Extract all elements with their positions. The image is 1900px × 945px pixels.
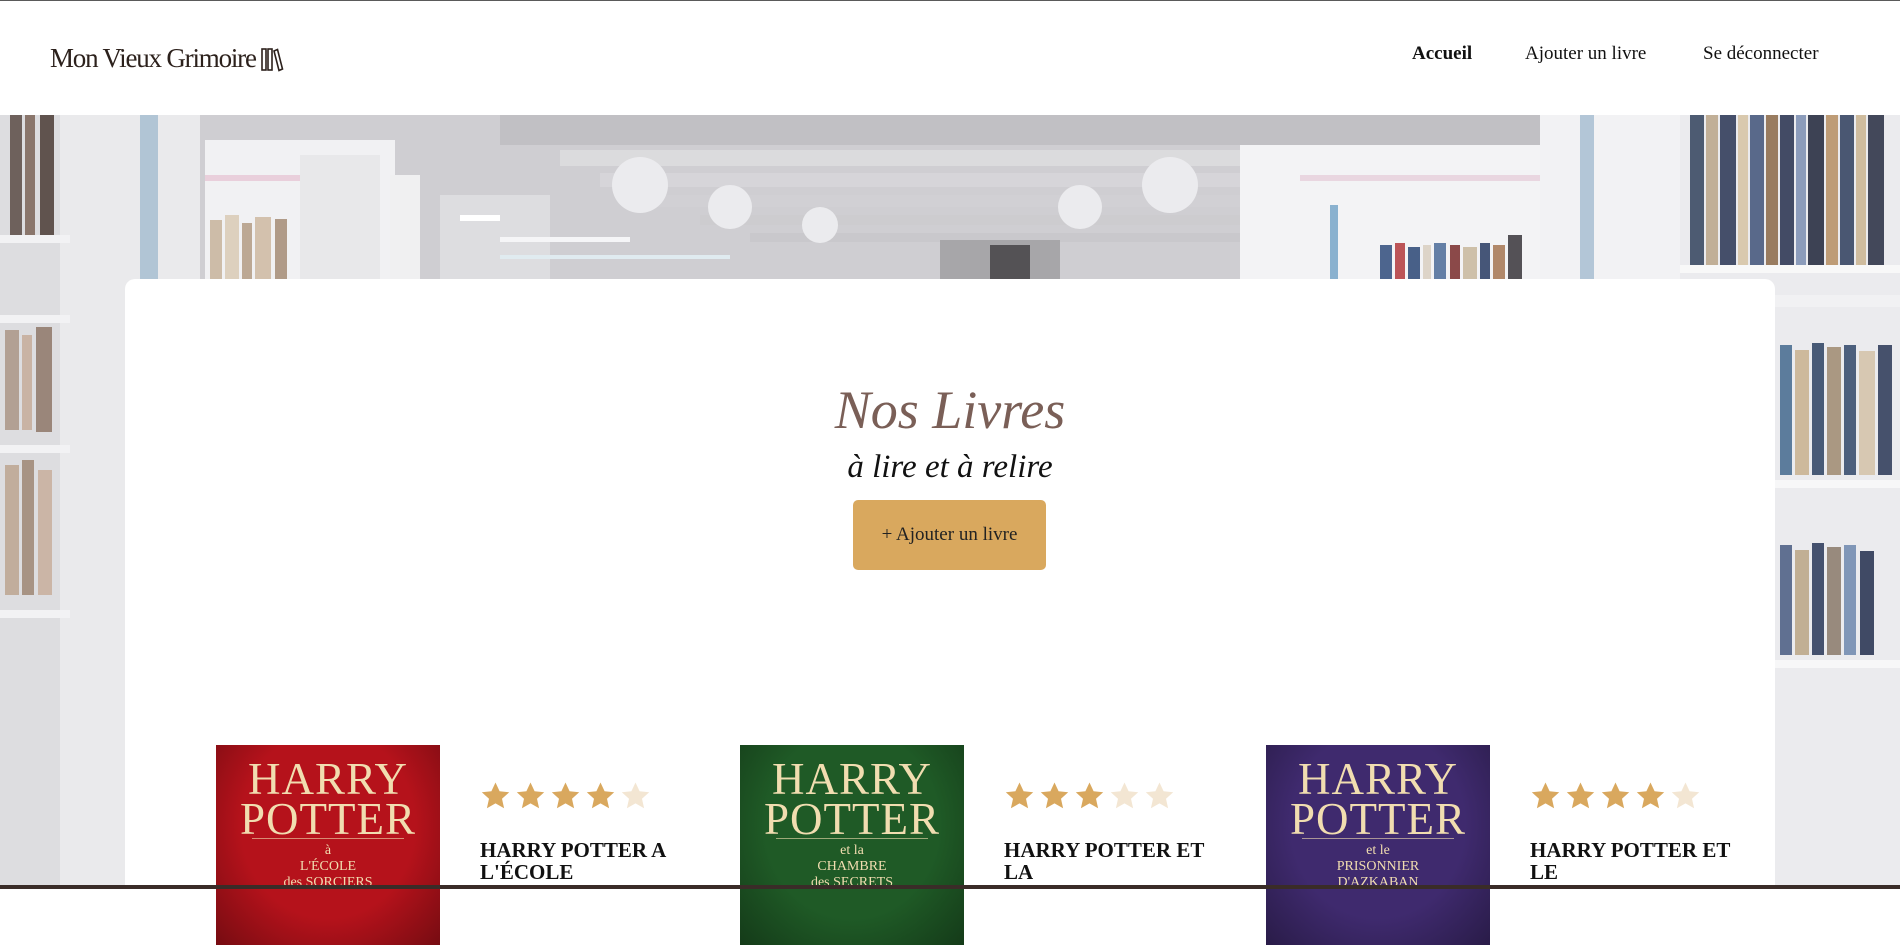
- star-filled-icon: [586, 782, 615, 809]
- star-filled-icon: [1636, 782, 1665, 809]
- star-filled-icon: [481, 782, 510, 809]
- cover-divider: [776, 838, 928, 839]
- book-title[interactable]: HARRY POTTER ET LE: [1530, 839, 1730, 883]
- star-empty-icon: [621, 782, 650, 809]
- rating-stars: [480, 780, 651, 811]
- star-filled-icon: [1531, 782, 1560, 809]
- add-book-button[interactable]: + Ajouter un livre: [853, 500, 1046, 570]
- site-header: Mon Vieux Grimoire Accueil Ajouter un li…: [0, 1, 1900, 115]
- page-subtitle: à lire et à relire: [847, 449, 1053, 485]
- book-cover[interactable]: HARRY POTTER à L'ÉCOLE des SORCIERS: [216, 745, 440, 945]
- star-filled-icon: [1005, 782, 1034, 809]
- books-card: Nos Livres à lire et à relire + Ajouter …: [125, 279, 1775, 945]
- rating-stars: [1004, 780, 1175, 811]
- star-empty-icon: [1110, 782, 1139, 809]
- cover-divider: [1302, 838, 1454, 839]
- cover-subtitle: et le PRISONNIER D'AZKABAN: [1336, 843, 1420, 890]
- star-filled-icon: [1075, 782, 1104, 809]
- star-empty-icon: [1145, 782, 1174, 809]
- nav-se-deconnecter[interactable]: Se déconnecter: [1703, 43, 1819, 65]
- cover-title-line2: POTTER: [763, 794, 940, 844]
- logo-text: Mon Vieux Grimoire: [50, 43, 257, 73]
- book-card[interactable]: HARRY POTTER et le PRISONNIER D'AZKABAN …: [1266, 745, 1786, 945]
- bottom-edge: [0, 885, 1900, 889]
- rating-stars: [1530, 780, 1701, 811]
- book-title[interactable]: HARRY POTTER A L'ÉCOLE: [480, 839, 680, 883]
- book-title[interactable]: HARRY POTTER ET LA: [1004, 839, 1204, 883]
- page-title: Nos Livres: [834, 380, 1066, 440]
- cover-title-line2: POTTER: [1289, 794, 1466, 844]
- nav-ajouter-livre[interactable]: Ajouter un livre: [1525, 43, 1646, 65]
- star-filled-icon: [1040, 782, 1069, 809]
- site-logo[interactable]: Mon Vieux Grimoire: [50, 43, 284, 74]
- book-card[interactable]: HARRY POTTER et la CHAMBRE des SECRETS H…: [740, 745, 1260, 945]
- cover-subtitle: à L'ÉCOLE des SORCIERS: [283, 843, 373, 890]
- cover-divider: [252, 838, 404, 839]
- book-cover[interactable]: HARRY POTTER et la CHAMBRE des SECRETS: [740, 745, 964, 945]
- book-card[interactable]: HARRY POTTER à L'ÉCOLE des SORCIERS HARR…: [216, 745, 736, 945]
- star-empty-icon: [1671, 782, 1700, 809]
- nav-accueil[interactable]: Accueil: [1412, 43, 1472, 65]
- books-icon: [260, 47, 284, 72]
- star-filled-icon: [1601, 782, 1630, 809]
- cover-subtitle: et la CHAMBRE des SECRETS: [810, 843, 894, 890]
- star-filled-icon: [516, 782, 545, 809]
- cover-title-line2: POTTER: [239, 794, 416, 844]
- star-filled-icon: [1566, 782, 1595, 809]
- star-filled-icon: [551, 782, 580, 809]
- book-cover[interactable]: HARRY POTTER et le PRISONNIER D'AZKABAN: [1266, 745, 1490, 945]
